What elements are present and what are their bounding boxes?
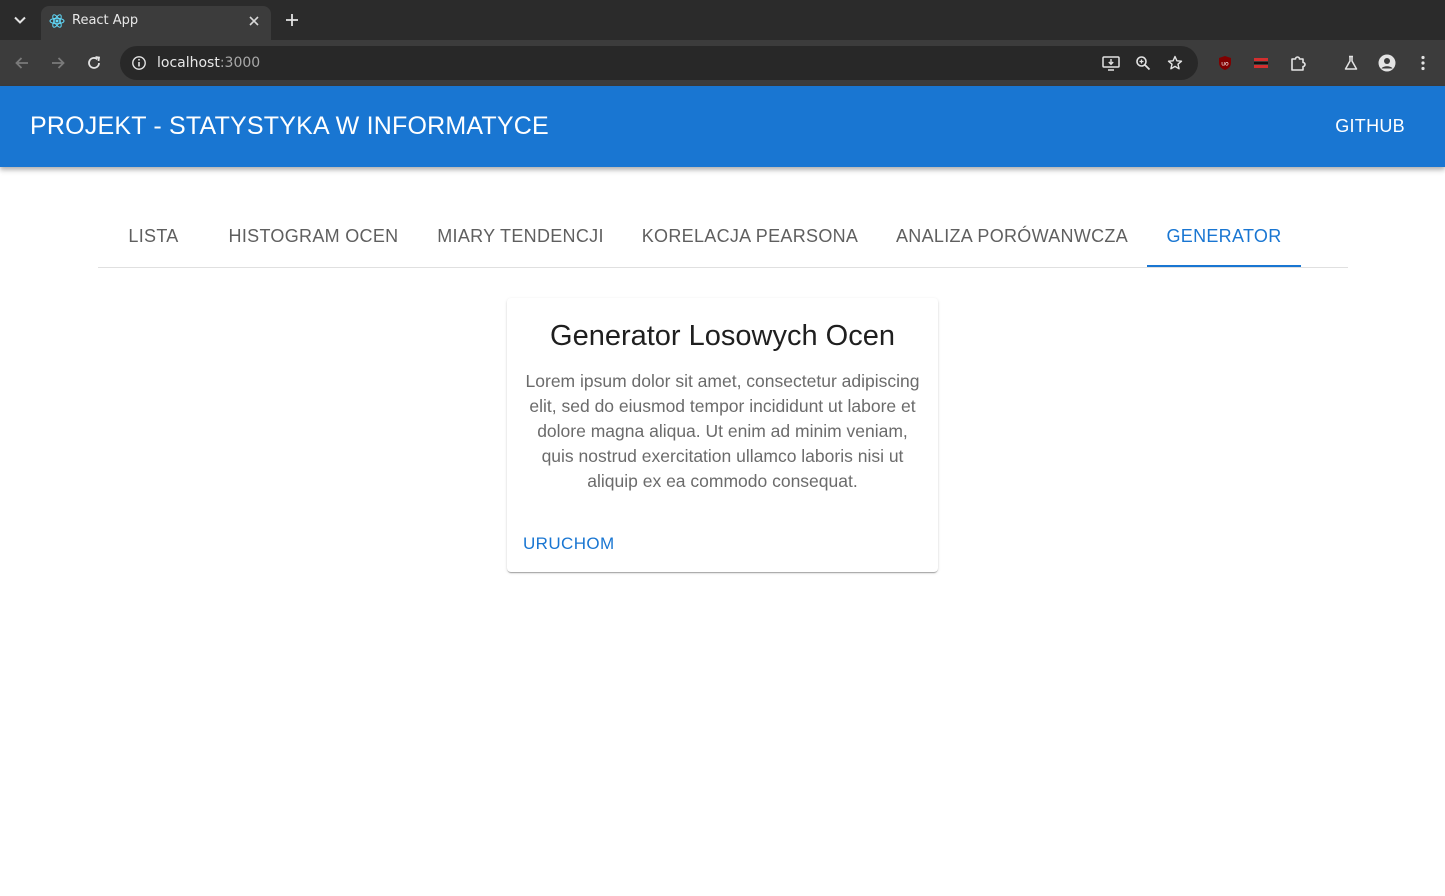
zoom-icon[interactable]	[1132, 52, 1154, 74]
star-icon[interactable]	[1164, 52, 1186, 74]
card-description: Lorem ipsum dolor sit amet, consectetur …	[525, 371, 920, 491]
browser-toolbar: localhost:3000 uo	[0, 40, 1445, 86]
app-bar: PROJEKT - STATYSTYKA W INFORMATYCE GITHU…	[0, 86, 1445, 167]
card-title: Generator Losowych Ocen	[550, 320, 895, 352]
tab-search-icon[interactable]	[8, 8, 32, 32]
puzzle-icon[interactable]	[1286, 51, 1310, 75]
github-button[interactable]: GITHUB	[1335, 116, 1405, 137]
extension-red-icon[interactable]	[1249, 51, 1273, 75]
back-arrow-icon[interactable]	[10, 51, 34, 75]
install-app-icon[interactable]	[1100, 52, 1122, 74]
tab-korelacja-pearsona[interactable]: KORELACJA PEARSONA	[623, 205, 877, 267]
reload-icon[interactable]	[82, 51, 106, 75]
url-text[interactable]: localhost:3000	[157, 55, 260, 71]
react-logo-icon	[49, 13, 65, 29]
tab-analiza-porownawcza[interactable]: ANALIZA PORÓWANWCZA	[877, 205, 1147, 267]
address-bar[interactable]: localhost:3000	[120, 46, 1198, 80]
tab-title: React App	[72, 13, 139, 28]
active-tab-indicator	[1147, 265, 1301, 267]
site-info-icon[interactable]	[128, 52, 150, 74]
section-tabs: LISTA HISTOGRAM OCEN MIARY TENDENCJI KOR…	[98, 205, 1348, 268]
profile-icon[interactable]	[1375, 51, 1399, 75]
more-vert-icon[interactable]	[1411, 51, 1435, 75]
forward-arrow-icon[interactable]	[46, 51, 70, 75]
svg-text:uo: uo	[1221, 61, 1229, 68]
browser-tab[interactable]: React App	[41, 6, 271, 40]
plus-icon[interactable]	[280, 8, 304, 32]
ublock-icon[interactable]: uo	[1213, 51, 1237, 75]
tab-generator[interactable]: GENERATOR	[1147, 205, 1301, 267]
browser-tabstrip: React App	[0, 0, 1445, 40]
close-icon[interactable]	[245, 12, 263, 30]
run-button[interactable]: URUCHOM	[523, 534, 615, 554]
tab-miary-tendencji[interactable]: MIARY TENDENCJI	[418, 205, 623, 267]
generator-card: Generator Losowych Ocen Lorem ipsum dolo…	[507, 298, 938, 572]
tab-histogram-ocen[interactable]: HISTOGRAM OCEN	[209, 205, 418, 267]
labs-flask-icon[interactable]	[1339, 51, 1363, 75]
app-title: PROJEKT - STATYSTYKA W INFORMATYCE	[30, 112, 549, 140]
tab-lista[interactable]: LISTA	[98, 205, 209, 267]
